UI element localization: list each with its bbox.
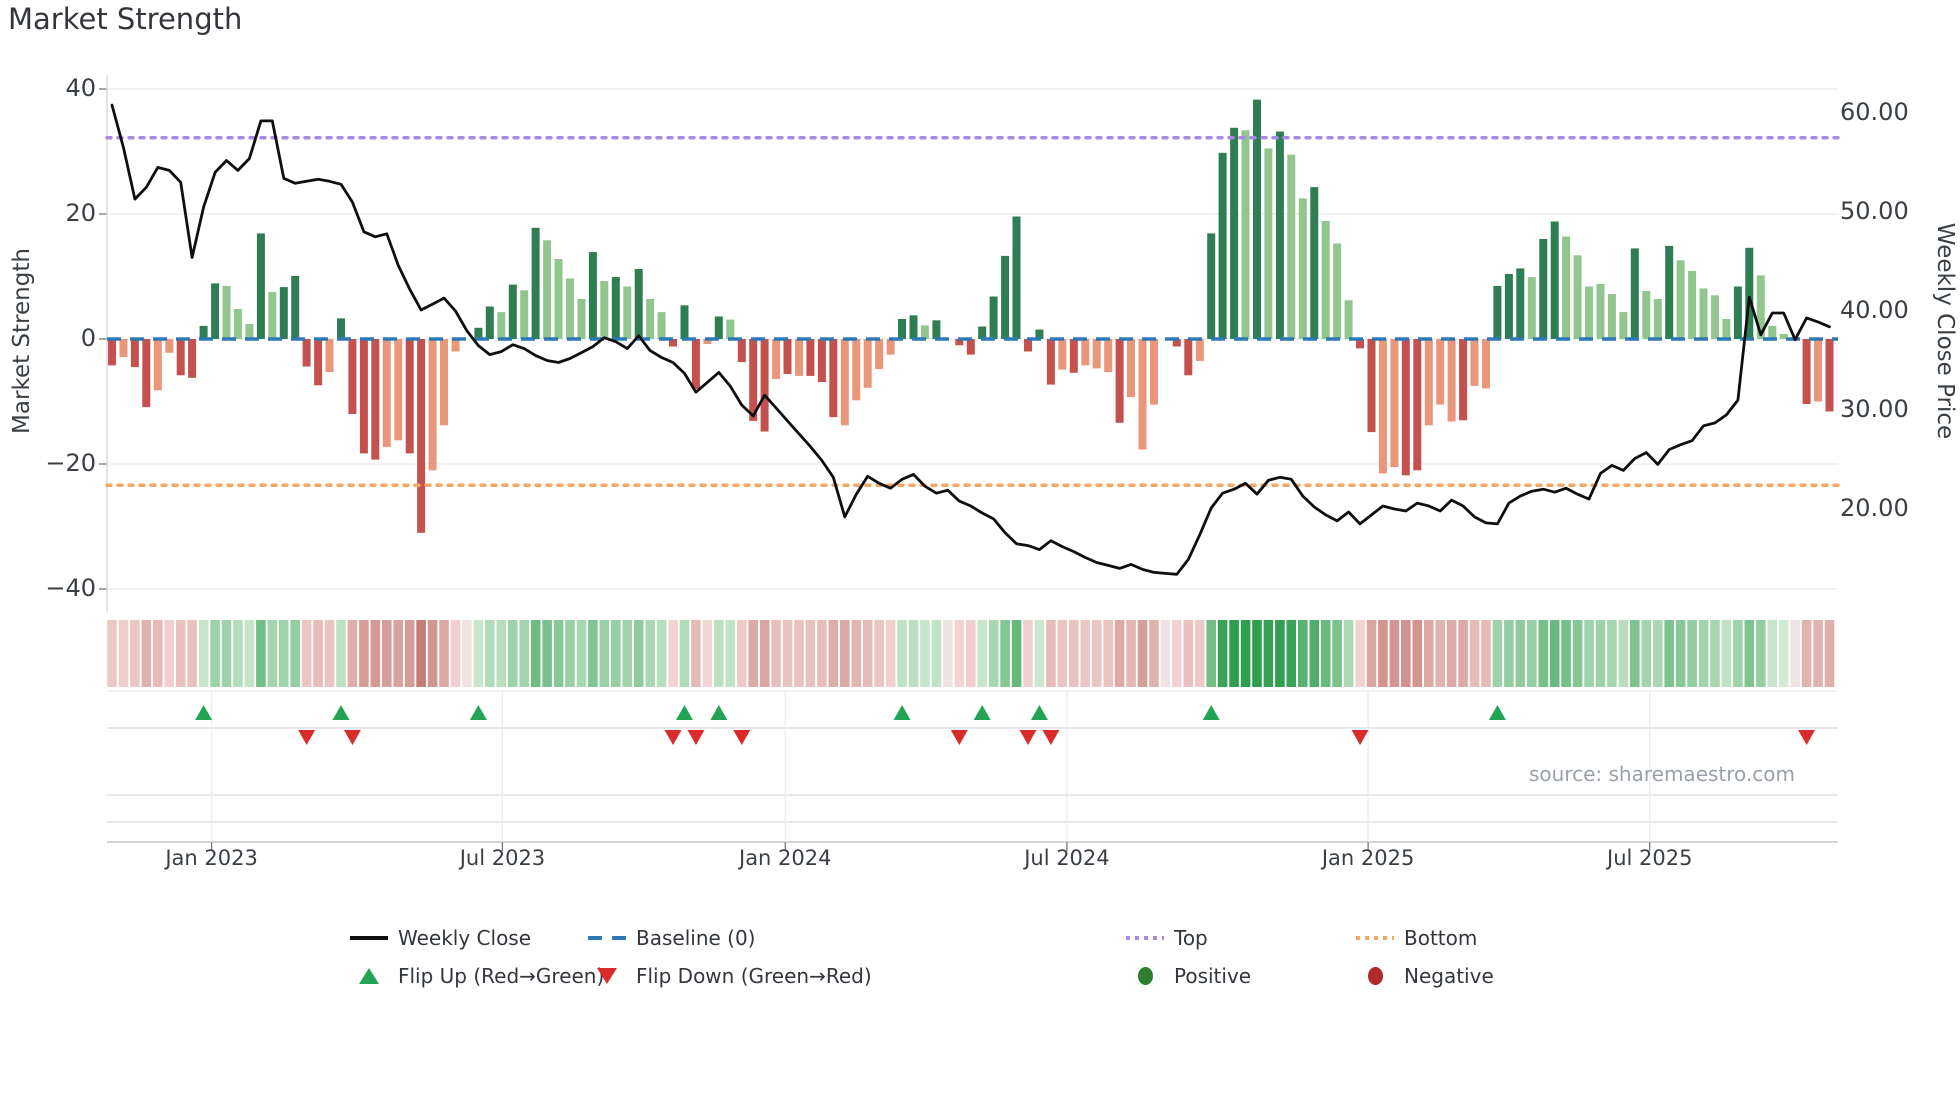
legend-label: Bottom	[1404, 926, 1478, 950]
left-tick: −20	[45, 449, 96, 477]
source-credit: source: sharemaestro.com	[1529, 762, 1795, 786]
left-tick: 40	[65, 74, 96, 102]
legend-baseline: Baseline (0)	[586, 924, 755, 952]
legend-label: Top	[1174, 926, 1208, 950]
legend-positive: Positive	[1124, 962, 1251, 990]
legend-bottom: Bottom	[1354, 924, 1477, 952]
negative-dot-icon	[1354, 967, 1396, 985]
positive-dot-icon	[1124, 967, 1166, 985]
weekly-close-line-icon	[348, 936, 390, 940]
right-tick: 50.00	[1840, 197, 1909, 225]
market-strength-dashboard: Market Strength Market Strength 40 20 0 …	[0, 0, 1960, 1102]
x-tick: Jan 2024	[739, 846, 832, 870]
x-tick: Jul 2025	[1607, 846, 1693, 870]
right-tick: 40.00	[1840, 296, 1909, 324]
legend-label: Weekly Close	[398, 926, 532, 950]
x-tick: Jul 2024	[1024, 846, 1110, 870]
legend-negative: Negative	[1354, 962, 1494, 990]
legend-label: Baseline (0)	[636, 926, 756, 950]
x-tick: Jul 2023	[459, 846, 546, 870]
right-tick: 60.00	[1840, 98, 1909, 126]
legend-top: Top	[1124, 924, 1208, 952]
left-tick: −40	[45, 574, 96, 602]
bottom-dotted-line-icon	[1354, 936, 1396, 940]
top-dotted-line-icon	[1124, 936, 1166, 940]
legend-label: Flip Up (Red→Green)	[398, 964, 605, 988]
left-tick: 20	[65, 199, 96, 227]
legend-label: Flip Down (Green→Red)	[636, 964, 872, 988]
right-tick: 20.00	[1840, 494, 1909, 522]
right-tick: 30.00	[1840, 395, 1909, 423]
left-tick: 0	[80, 324, 96, 352]
legend-flip-down: Flip Down (Green→Red)	[586, 962, 872, 990]
legend-label: Negative	[1404, 964, 1494, 988]
x-tick: Jan 2025	[1321, 846, 1415, 870]
x-tick: Jan 2023	[165, 846, 258, 870]
legend-flip-up: Flip Up (Red→Green)	[348, 962, 604, 990]
market-strength-chart	[99, 75, 1840, 851]
flip-up-triangle-icon	[348, 968, 390, 984]
legend-label: Positive	[1174, 964, 1252, 988]
flip-down-triangle-icon	[586, 968, 628, 984]
legend-weekly-close: Weekly Close	[348, 924, 531, 952]
baseline-dash-icon	[586, 936, 628, 940]
